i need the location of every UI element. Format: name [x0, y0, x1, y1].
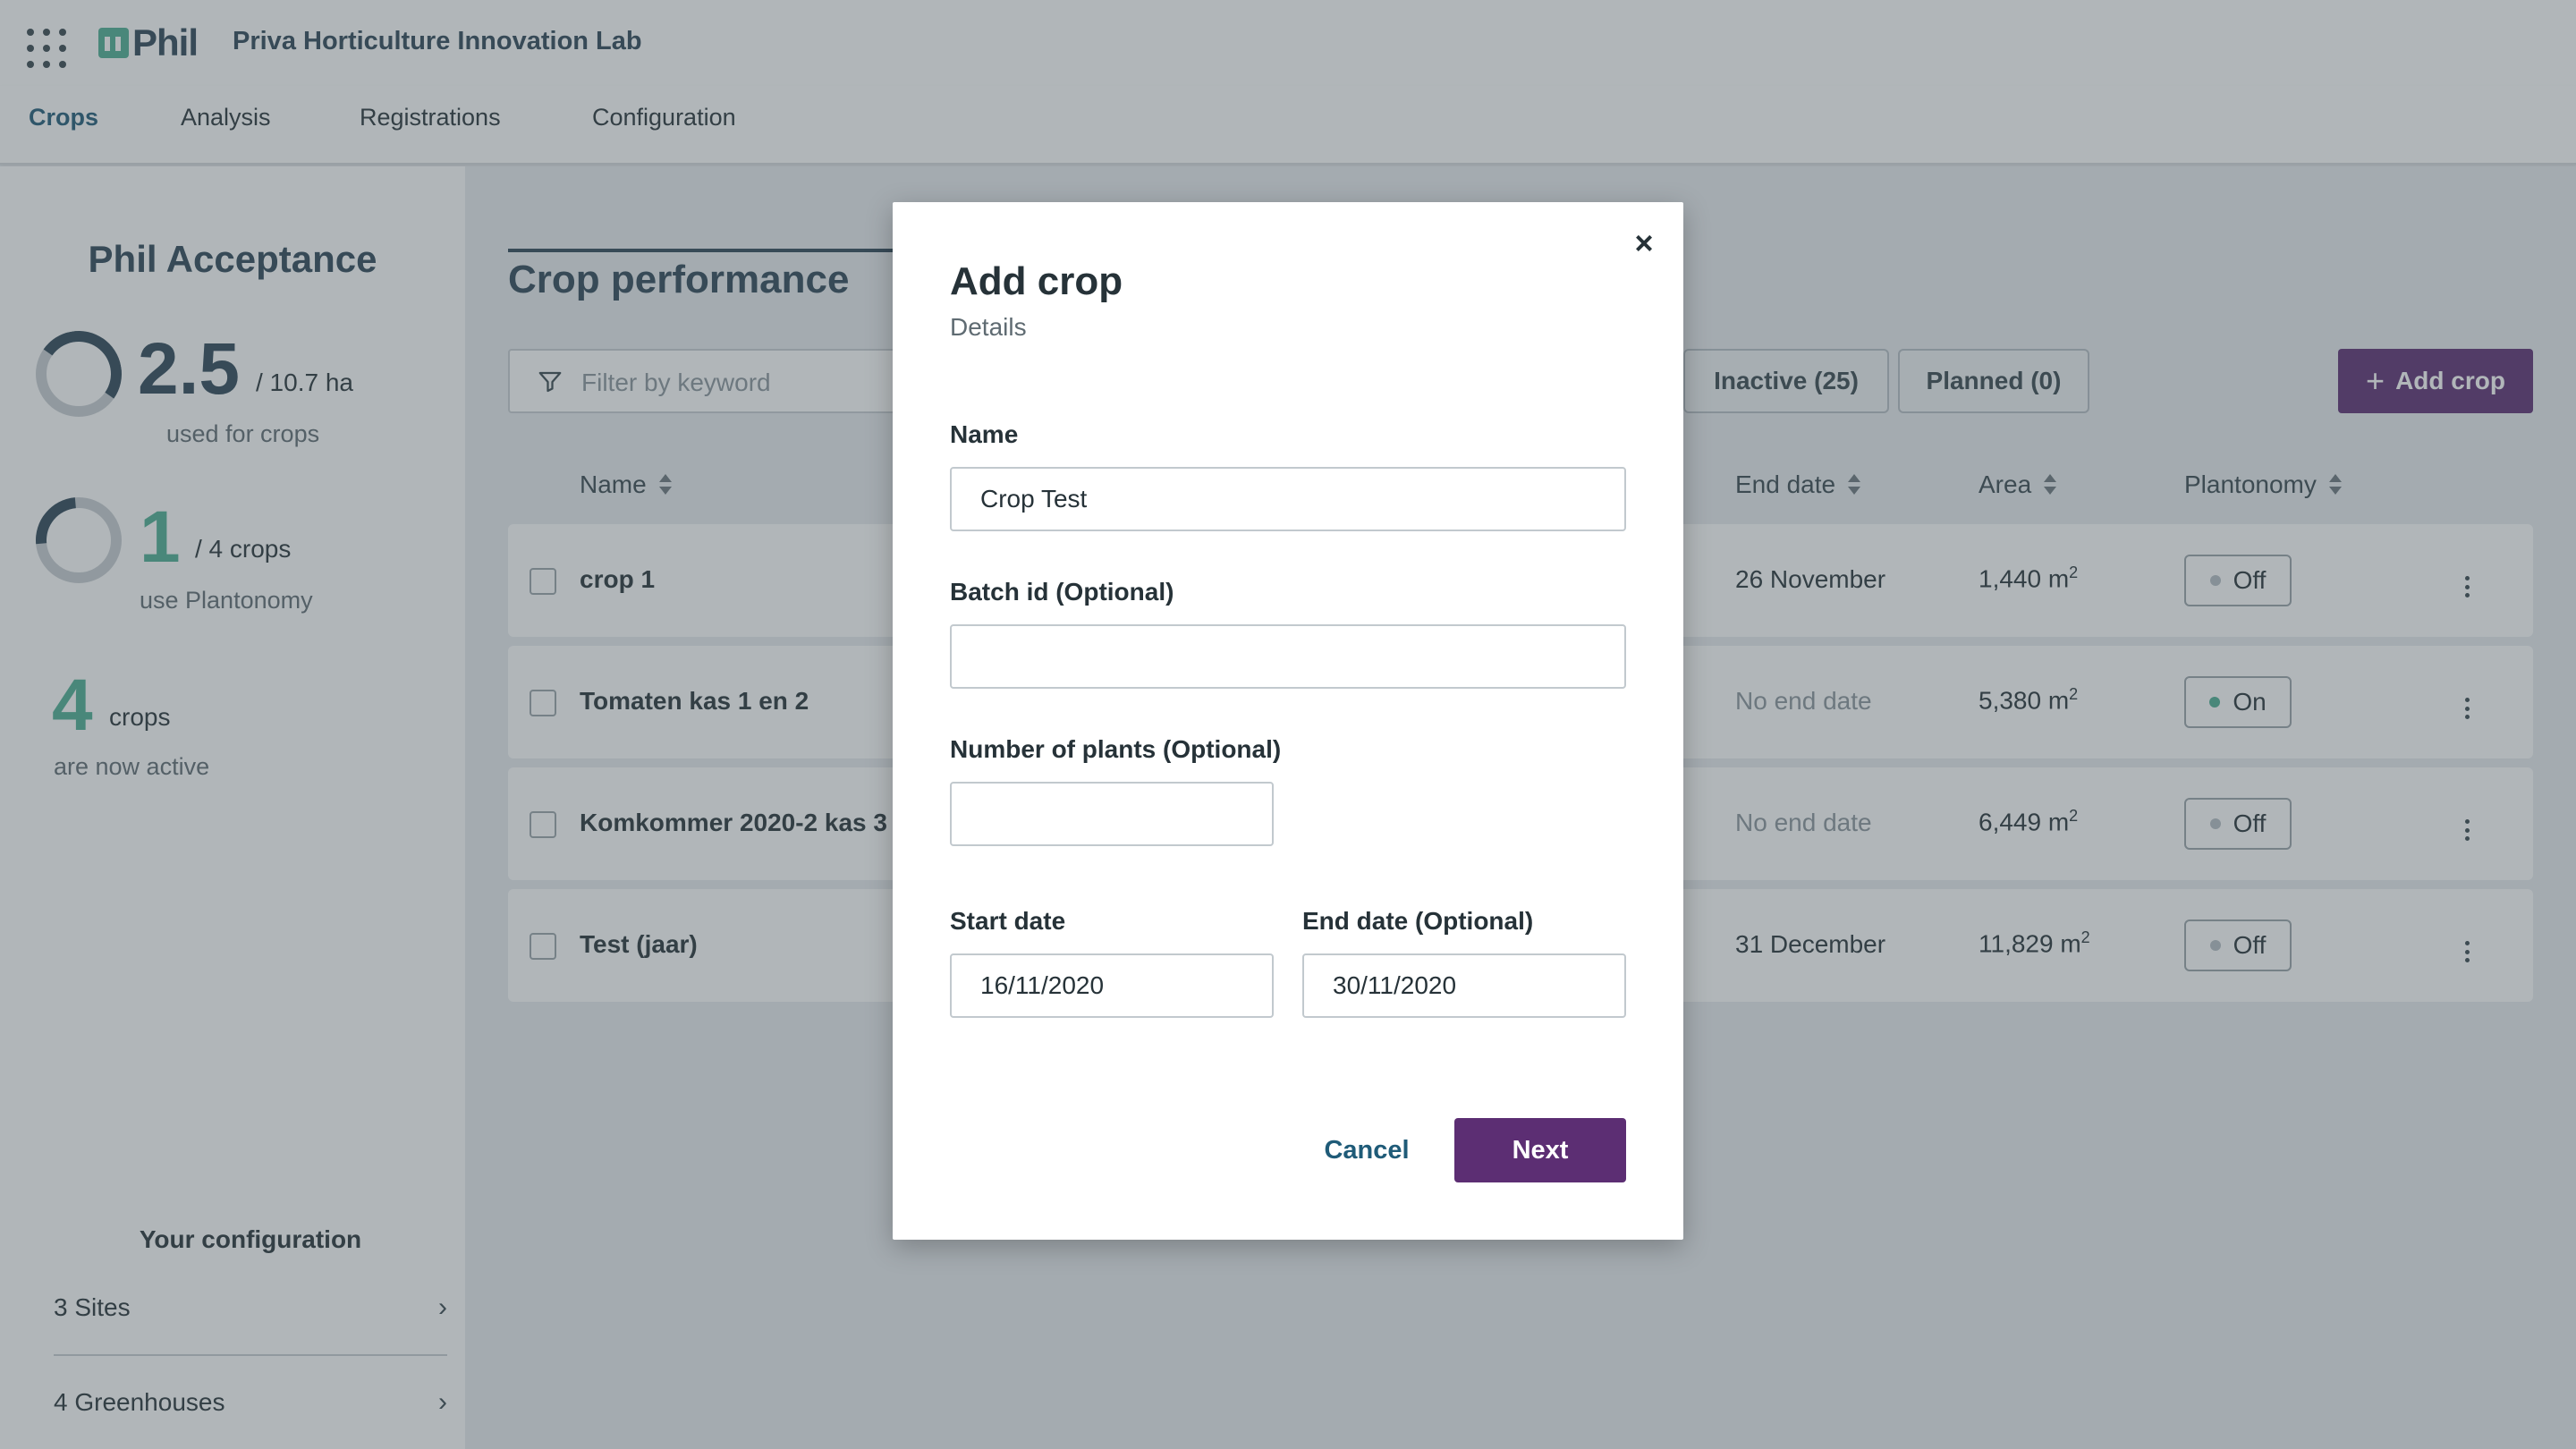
dialog-title: Add crop: [950, 259, 1123, 303]
name-label: Name: [950, 420, 1019, 448]
add-crop-dialog: × Add crop Details Name Batch id (Option…: [893, 202, 1683, 1240]
dialog-subtitle: Details: [950, 313, 1027, 341]
batch-id-input[interactable]: [950, 624, 1626, 689]
close-icon[interactable]: ×: [1628, 227, 1660, 259]
name-input[interactable]: [950, 467, 1626, 531]
end-date-label: End date (Optional): [1302, 907, 1534, 935]
end-date-input[interactable]: [1302, 953, 1626, 1018]
batch-id-label: Batch id (Optional): [950, 578, 1174, 606]
start-date-label: Start date: [950, 907, 1066, 935]
next-button[interactable]: Next: [1454, 1118, 1626, 1182]
number-of-plants-input[interactable]: [950, 782, 1274, 846]
cancel-button[interactable]: Cancel: [1295, 1118, 1438, 1182]
number-of-plants-label: Number of plants (Optional): [950, 735, 1282, 763]
start-date-input[interactable]: [950, 953, 1274, 1018]
